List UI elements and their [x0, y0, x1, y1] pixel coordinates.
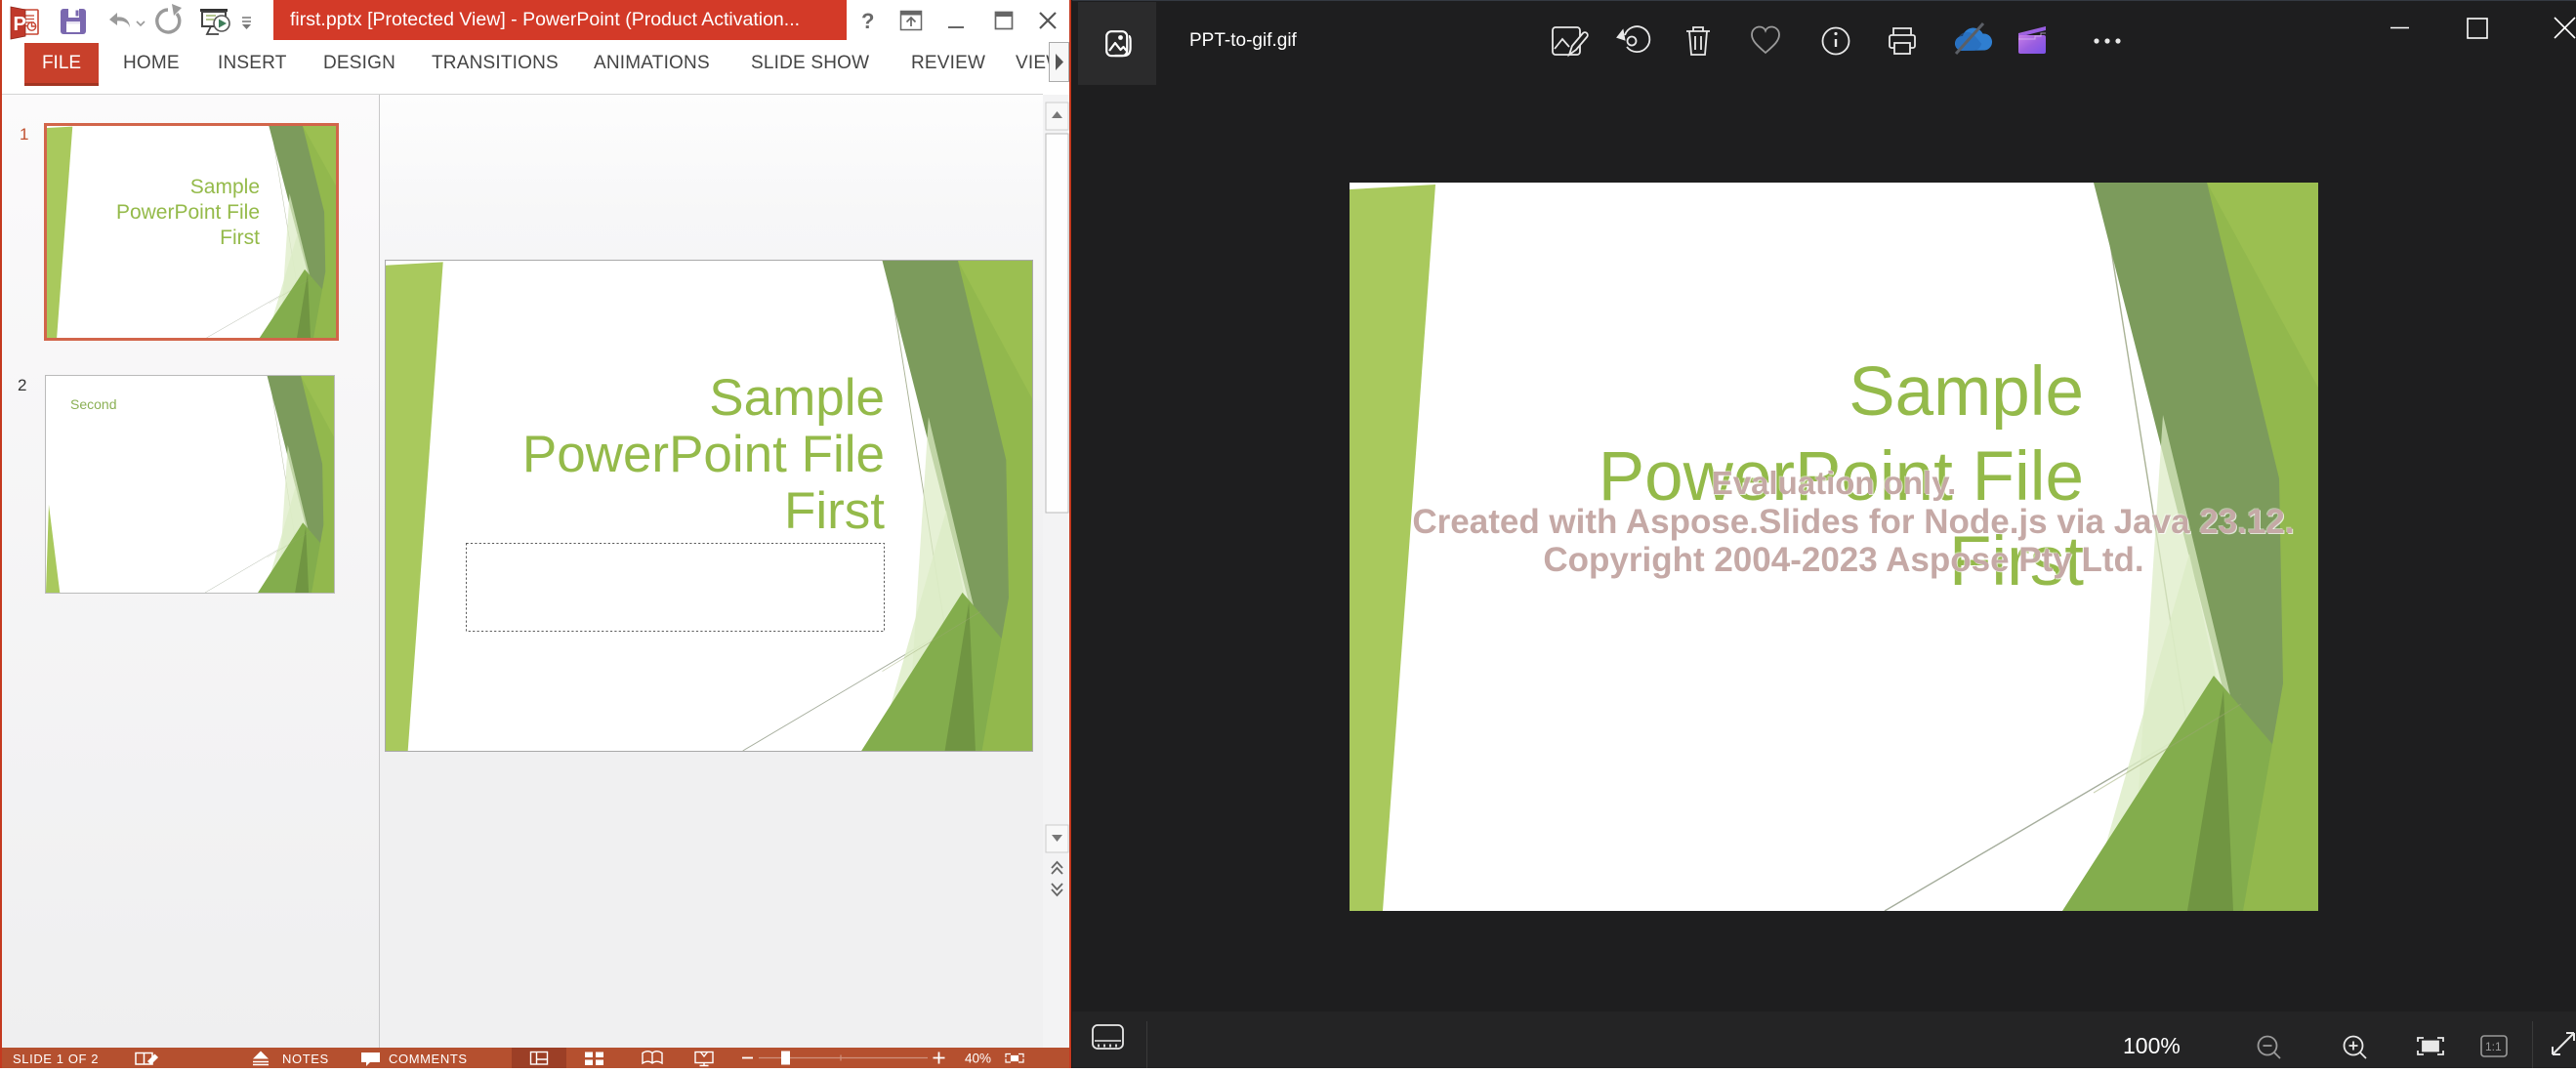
svg-text:40%: 40% — [965, 1052, 991, 1066]
svg-text:NOTES: NOTES — [282, 1052, 329, 1066]
svg-text:1:1: 1:1 — [2485, 1040, 2502, 1053]
svg-text:SLIDE 1 OF 2: SLIDE 1 OF 2 — [13, 1052, 99, 1066]
svg-text:COMMENTS: COMMENTS — [389, 1052, 468, 1066]
svg-text:?: ? — [861, 9, 874, 33]
svg-text:P: P — [14, 14, 26, 35]
svg-text:100%: 100% — [2123, 1033, 2181, 1058]
